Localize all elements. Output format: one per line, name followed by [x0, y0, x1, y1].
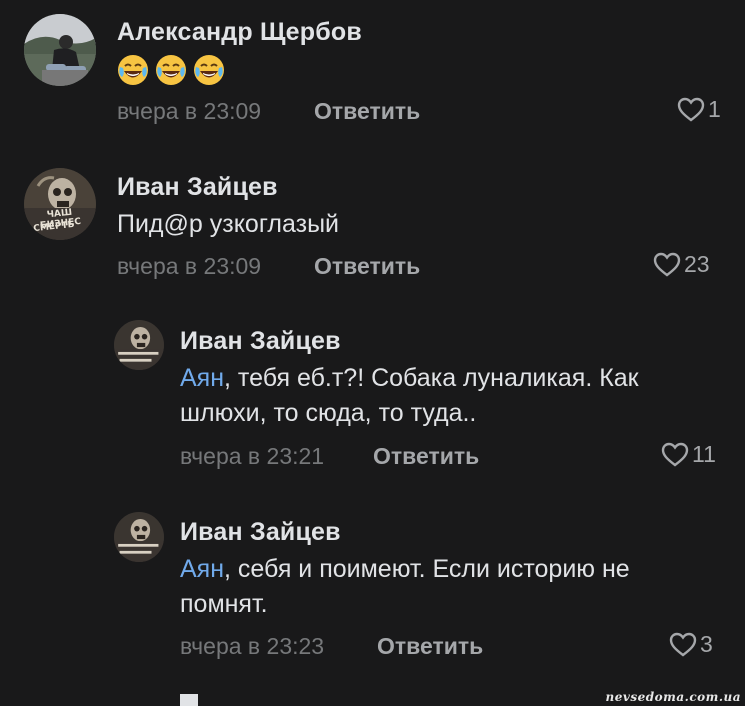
comment-timestamp[interactable]: вчера в 23:09: [117, 253, 261, 280]
comment-text: Пид@р узкоглазый: [117, 210, 340, 238]
mention-link[interactable]: Аян: [180, 364, 224, 392]
heart-icon: [653, 252, 681, 277]
avatar-photo-icon: [24, 14, 96, 86]
mention-link[interactable]: Аян: [180, 555, 224, 583]
reply-button[interactable]: Ответить: [377, 633, 483, 660]
reply-button[interactable]: Ответить: [373, 443, 479, 470]
laughing-emoji-icon: [118, 55, 148, 85]
heart-icon: [677, 97, 705, 122]
comment-author[interactable]: Иван Зайцев: [180, 327, 341, 356]
like-button[interactable]: 3: [668, 631, 713, 658]
comments-feed: Александр Щербов вчера в 23:09 Ответить …: [0, 0, 745, 706]
comment-text-line: помнят.: [180, 590, 268, 618]
like-button[interactable]: 1: [676, 96, 721, 123]
comment-text-line: шлюхи, то сюда, то туда..: [180, 399, 477, 427]
avatar[interactable]: ЧАШ БИЗНЕС СМЕРТЬ: [24, 168, 96, 240]
avatar[interactable]: [24, 14, 96, 86]
comment-timestamp[interactable]: вчера в 23:23: [180, 633, 324, 660]
comment-text: Аян, себя и поимеют. Если историю не: [180, 552, 630, 587]
comment-text-line: , тебя еб.т?! Собака луналикая. Как: [224, 364, 639, 392]
comment-timestamp[interactable]: вчера в 23:09: [117, 98, 261, 125]
skull-emblem-icon: [114, 512, 164, 562]
like-button[interactable]: 11: [660, 441, 716, 468]
heart-icon: [669, 632, 697, 657]
comment-text: Аян, тебя еб.т?! Собака луналикая. Как: [180, 361, 639, 396]
like-count: 1: [708, 96, 721, 122]
avatar[interactable]: [114, 320, 164, 370]
reply-button[interactable]: Ответить: [314, 253, 420, 280]
comment-emoji-row: [117, 54, 231, 86]
truncated-next-comment: [180, 694, 198, 706]
like-button[interactable]: 23: [652, 251, 710, 278]
like-count: 11: [692, 441, 716, 467]
comment-author[interactable]: Иван Зайцев: [117, 173, 278, 202]
like-count: 3: [700, 631, 713, 657]
reply-button[interactable]: Ответить: [314, 98, 420, 125]
skull-emblem-icon: [114, 320, 164, 370]
avatar[interactable]: [114, 512, 164, 562]
laughing-emoji-icon: [194, 55, 224, 85]
comment-author[interactable]: Александр Щербов: [117, 18, 362, 47]
like-count: 23: [684, 251, 710, 277]
comment-author[interactable]: Иван Зайцев: [180, 518, 341, 547]
comment-text-line: , себя и поимеют. Если историю не: [224, 555, 630, 583]
comment-timestamp[interactable]: вчера в 23:21: [180, 443, 324, 470]
heart-icon: [661, 442, 689, 467]
laughing-emoji-icon: [156, 55, 186, 85]
watermark: nevsedoma.com.ua: [605, 690, 741, 704]
